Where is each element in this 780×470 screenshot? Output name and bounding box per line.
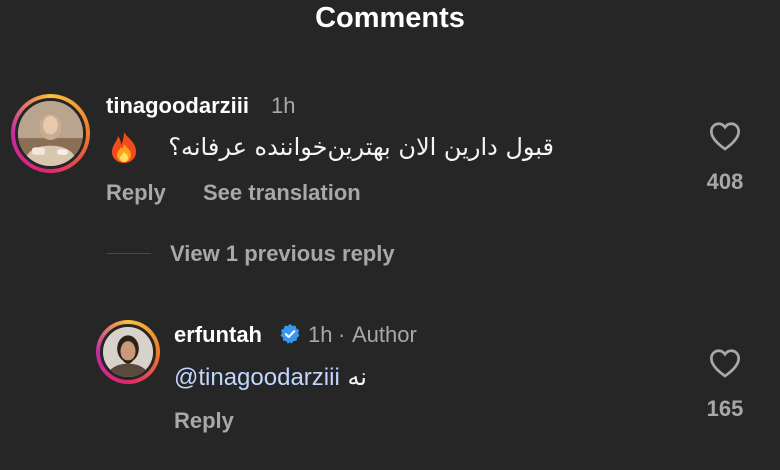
like-count: 165 — [706, 396, 744, 421]
reply-time: 1h — [308, 322, 333, 347]
reply-body: نه — [347, 363, 367, 391]
avatar-photo — [103, 327, 153, 377]
fire-icon — [112, 132, 136, 163]
replies-divider — [107, 253, 151, 254]
heart-icon[interactable] — [708, 348, 742, 378]
comment-time: 1h — [271, 93, 296, 118]
meta-separator: · — [338, 322, 346, 347]
like-count: 408 — [706, 169, 744, 194]
see-translation-button[interactable]: See translation — [203, 180, 361, 206]
mention-link[interactable]: @tinagoodarziii — [174, 364, 340, 391]
heart-icon[interactable] — [708, 121, 742, 151]
comment-text: قبول دارین الان بهترین‌خواننده عرفانه؟ — [168, 133, 554, 161]
page-title: Comments — [315, 2, 465, 34]
avatar[interactable] — [11, 94, 90, 173]
view-previous-reply-button[interactable]: View 1 previous reply — [170, 241, 395, 267]
reply-button[interactable]: Reply — [174, 408, 234, 434]
comment-username[interactable]: tinagoodarziii — [106, 93, 249, 119]
verified-badge-icon — [280, 323, 300, 344]
reply-button[interactable]: Reply — [106, 180, 166, 206]
avatar[interactable] — [96, 320, 160, 384]
avatar-photo — [18, 101, 83, 166]
reply-text: @tinagoodarziii نه — [174, 363, 367, 392]
reply-username[interactable]: erfuntah — [174, 322, 262, 348]
author-badge: Author — [352, 322, 417, 347]
comments-sheet: Comments tinagoodarziii 1h قبول دارین ال… — [0, 0, 780, 470]
